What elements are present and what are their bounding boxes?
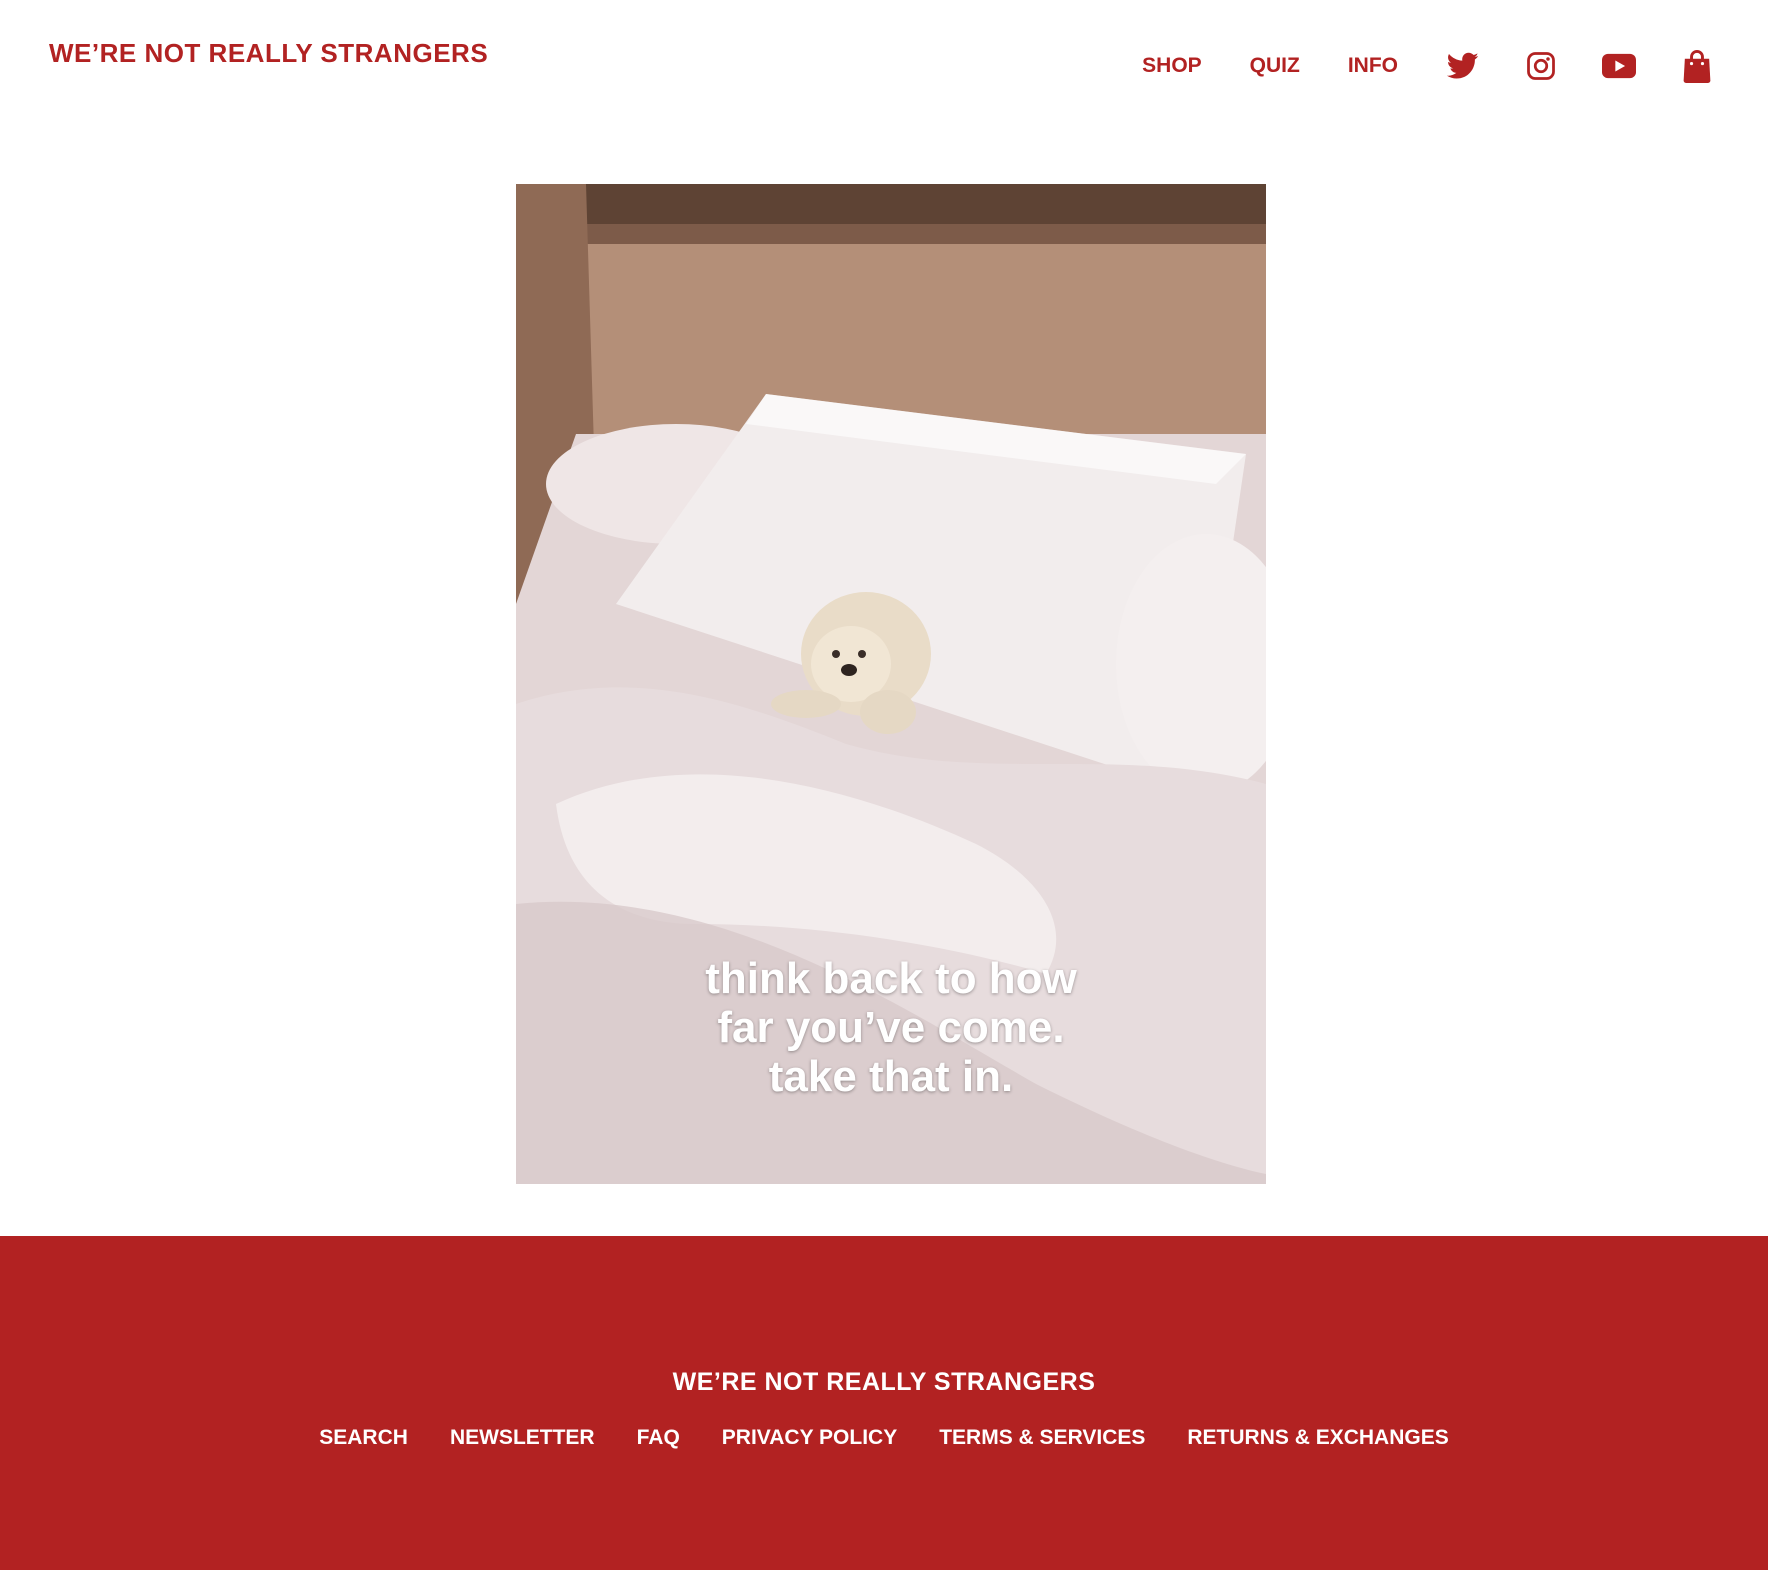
hero-image: think back to how far you’ve come. take …	[516, 184, 1266, 1184]
instagram-icon[interactable]	[1524, 46, 1558, 86]
site-logo[interactable]: WE’RE NOT REALLY STRANGERS	[49, 38, 488, 69]
nav-info-link[interactable]: INFO	[1348, 46, 1398, 86]
nav-shop-link[interactable]: SHOP	[1142, 46, 1202, 86]
youtube-icon[interactable]	[1602, 46, 1636, 86]
page: WE’RE NOT REALLY STRANGERS SHOP QUIZ INF…	[0, 0, 1768, 1570]
hero-caption-line: far you’ve come.	[717, 1003, 1065, 1052]
footer-faq-link[interactable]: FAQ	[637, 1426, 680, 1450]
hero-caption: think back to how far you’ve come. take …	[516, 954, 1266, 1101]
site-header: WE’RE NOT REALLY STRANGERS SHOP QUIZ INF…	[0, 0, 1768, 130]
site-footer: WE’RE NOT REALLY STRANGERS SEARCH NEWSLE…	[0, 1236, 1768, 1570]
footer-newsletter-link[interactable]: NEWSLETTER	[450, 1426, 595, 1450]
footer-terms-link[interactable]: TERMS & SERVICES	[939, 1426, 1145, 1450]
hero-caption-line: think back to how	[705, 954, 1077, 1003]
hero-caption-line: take that in.	[768, 1052, 1014, 1101]
footer-returns-link[interactable]: RETURNS & EXCHANGES	[1187, 1426, 1448, 1450]
footer-logo[interactable]: WE’RE NOT REALLY STRANGERS	[0, 1368, 1768, 1397]
main-nav: SHOP QUIZ INFO	[1142, 46, 1714, 86]
shopping-bag-icon[interactable]	[1680, 46, 1714, 86]
twitter-icon[interactable]	[1446, 46, 1480, 86]
footer-search-link[interactable]: SEARCH	[319, 1426, 408, 1450]
footer-nav: SEARCH NEWSLETTER FAQ PRIVACY POLICY TER…	[0, 1426, 1768, 1450]
footer-privacy-policy-link[interactable]: PRIVACY POLICY	[722, 1426, 897, 1450]
nav-quiz-link[interactable]: QUIZ	[1250, 46, 1300, 86]
